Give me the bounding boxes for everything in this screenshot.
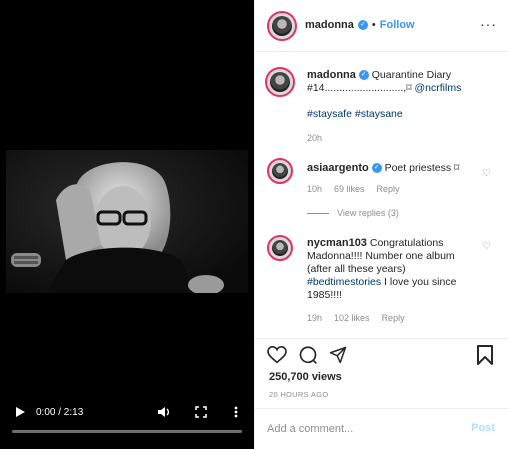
hashtag-links[interactable]: #staysafe #staysane <box>307 108 403 120</box>
comment-form: Post <box>255 408 508 449</box>
fullscreen-icon[interactable] <box>193 404 209 420</box>
header-separator: • <box>371 19 376 31</box>
post-panel: madonna ✓ • Follow ··· madonna ✓ Quarant… <box>254 0 508 449</box>
avatar[interactable] <box>267 11 297 41</box>
play-icon[interactable] <box>12 404 28 420</box>
bookmark-icon[interactable] <box>477 345 493 368</box>
share-icon[interactable] <box>329 346 347 367</box>
volume-icon[interactable] <box>156 404 172 420</box>
comment-icon[interactable] <box>298 345 318 368</box>
verified-icon: ✓ <box>371 163 382 174</box>
comment-likes[interactable]: 69 likes <box>334 184 365 194</box>
follow-button[interactable]: Follow <box>380 19 415 31</box>
comment-item: nycman103 Congratulations Madonna!!!! Nu… <box>265 233 495 333</box>
header-user-row: madonna ✓ • Follow <box>305 19 415 31</box>
avatar[interactable] <box>267 158 293 184</box>
comment-meta: 10h 69 likes Reply <box>307 184 400 194</box>
comment-text: Poet priestess ⌑ <box>384 162 460 174</box>
comment-text-block: nycman103 Congratulations Madonna!!!! Nu… <box>307 237 477 302</box>
post-actions: 250,700 views 20 HOURS AGO <box>255 338 508 408</box>
video-player[interactable]: 0:00 / 2:13 <box>0 0 254 449</box>
video-progress-bar[interactable] <box>12 430 242 433</box>
comment-text-block: asiaargento ✓ Poet priestess ⌑ <box>307 162 477 175</box>
more-vertical-icon[interactable] <box>228 404 244 420</box>
more-options-icon[interactable]: ··· <box>480 16 497 32</box>
comment-username[interactable]: asiaargento <box>307 162 369 174</box>
like-comment-icon[interactable]: ♡ <box>482 241 491 252</box>
comments-list: madonna ✓ Quarantine Diary #14..........… <box>255 53 508 338</box>
comment-time: 10h <box>307 184 323 194</box>
mention-link[interactable]: @ncrfilms <box>415 82 462 94</box>
verified-icon: ✓ <box>357 20 368 30</box>
view-replies-button[interactable]: View replies (3) <box>307 208 399 218</box>
caption-meta: 20h <box>307 133 322 143</box>
view-replies-label: View replies (3) <box>337 208 399 218</box>
header-username[interactable]: madonna <box>305 19 354 31</box>
like-icon[interactable] <box>267 345 287 367</box>
reply-button[interactable]: Reply <box>377 184 400 194</box>
post-button[interactable]: Post <box>471 422 495 434</box>
post-header: madonna ✓ • Follow ··· <box>255 0 508 52</box>
caption-text-block: madonna ✓ Quarantine Diary #14..........… <box>307 69 477 121</box>
caption-time: 20h <box>307 133 323 143</box>
view-count[interactable]: 250,700 views <box>269 371 342 383</box>
verified-icon: ✓ <box>358 70 369 81</box>
caption-username[interactable]: madonna <box>307 69 356 81</box>
like-comment-icon[interactable]: ♡ <box>482 168 491 179</box>
view-replies-line <box>307 212 329 214</box>
comment-input[interactable] <box>267 419 457 439</box>
reply-button[interactable]: Reply <box>382 313 405 323</box>
avatar[interactable] <box>267 235 293 261</box>
avatar[interactable] <box>265 67 295 97</box>
comment-time: 19h <box>307 313 323 323</box>
video-frame[interactable] <box>6 150 248 293</box>
comment-meta: 19h 102 likes Reply <box>307 313 405 323</box>
comment-item: asiaargento ✓ Poet priestess ⌑ 10h 69 li… <box>265 156 495 206</box>
caption: madonna ✓ Quarantine Diary #14..........… <box>265 63 495 153</box>
video-still-image <box>6 150 248 293</box>
comment-likes[interactable]: 102 likes <box>334 313 370 323</box>
comment-username[interactable]: nycman103 <box>307 237 367 249</box>
hashtag-link[interactable]: #bedtimestories <box>307 276 381 288</box>
video-time: 0:00 / 2:13 <box>36 407 84 418</box>
post-timestamp: 20 HOURS AGO <box>269 390 329 399</box>
